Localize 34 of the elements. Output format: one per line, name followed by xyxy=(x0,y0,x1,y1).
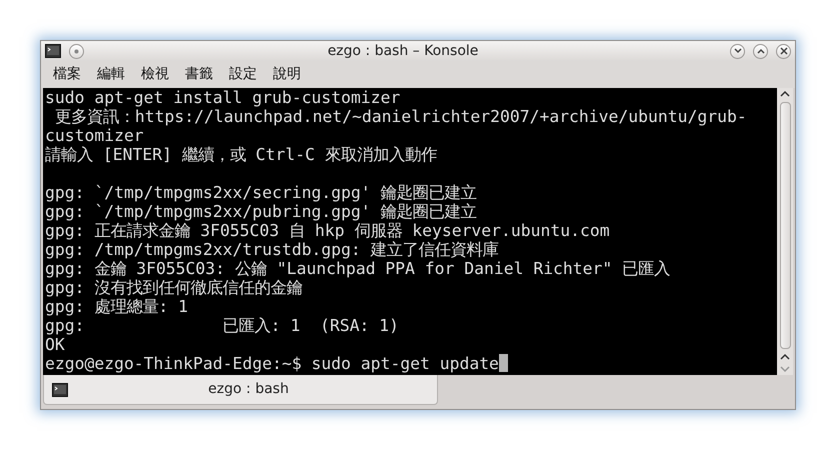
tab[interactable]: ezgo : bash xyxy=(43,375,438,405)
terminal-line: gpg: `/tmp/tmpgms2xx/pubring.gpg' 鑰匙圈已建立 xyxy=(45,202,477,221)
menu-item[interactable]: 檢視 xyxy=(133,64,177,85)
menu-item[interactable]: 設定 xyxy=(221,64,265,85)
maximize-button[interactable] xyxy=(753,44,768,58)
close-icon xyxy=(780,47,788,55)
terminal-line: gpg: /tmp/tmpgms2xx/trustdb.gpg: 建立了信任資料庫 xyxy=(45,240,499,259)
menu-item[interactable]: 檔案 xyxy=(45,64,89,85)
terminal-line: 更多資訊：https://launchpad.net/~danielrichter2007/+archive/ubuntu/grub- xyxy=(54,107,747,126)
window-title: ezgo : bash – Konsole xyxy=(326,42,480,60)
terminal-line: 請輸入 [ENTER] 繼續，或 Ctrl-C 來取消加入動作 xyxy=(45,145,437,164)
menu-item[interactable]: 編輯 xyxy=(89,64,133,85)
chevron-down-icon xyxy=(734,48,742,54)
terminal-line: gpg: `/tmp/tmpgms2xx/secring.gpg' 鑰匙圈已建立 xyxy=(45,183,477,202)
terminal-line: gpg: 已匯入: 1 (RSA: 1) xyxy=(45,316,399,335)
terminal-line: OK xyxy=(45,335,65,354)
scrollbar-thumb[interactable] xyxy=(780,102,790,349)
menu-item[interactable]: 說明 xyxy=(265,64,309,85)
chevron-up-icon xyxy=(756,48,764,54)
terminal-line: ezgo@ezgo-ThinkPad-Edge:~$ sudo apt-get update xyxy=(45,354,499,373)
terminal-icon xyxy=(52,382,68,396)
dot-icon xyxy=(74,48,79,54)
terminal-line: gpg: 金鑰 3F055C03: 公鑰 "Launchpad PPA for Daniel Richter" 已匯入 xyxy=(45,259,670,278)
terminal-line: gpg: 正在請求金鑰 3F055C03 自 hkp 伺服器 keyserver.ubuntu.com xyxy=(45,221,610,240)
pin-button[interactable] xyxy=(69,44,84,58)
minimize-button[interactable] xyxy=(730,44,745,58)
terminal-line: gpg: 處理總量: 1 xyxy=(45,297,188,316)
terminal-line: customizer xyxy=(45,126,144,145)
terminal-icon[interactable] xyxy=(45,44,61,58)
scrollbar[interactable] xyxy=(777,88,793,375)
terminal-line: sudo apt-get install grub-customizer xyxy=(45,88,400,107)
close-button[interactable] xyxy=(776,44,791,58)
terminal-line: gpg: 沒有找到任何徹底信任的金鑰 xyxy=(45,278,302,297)
menu-item[interactable]: 書籤 xyxy=(177,64,221,85)
